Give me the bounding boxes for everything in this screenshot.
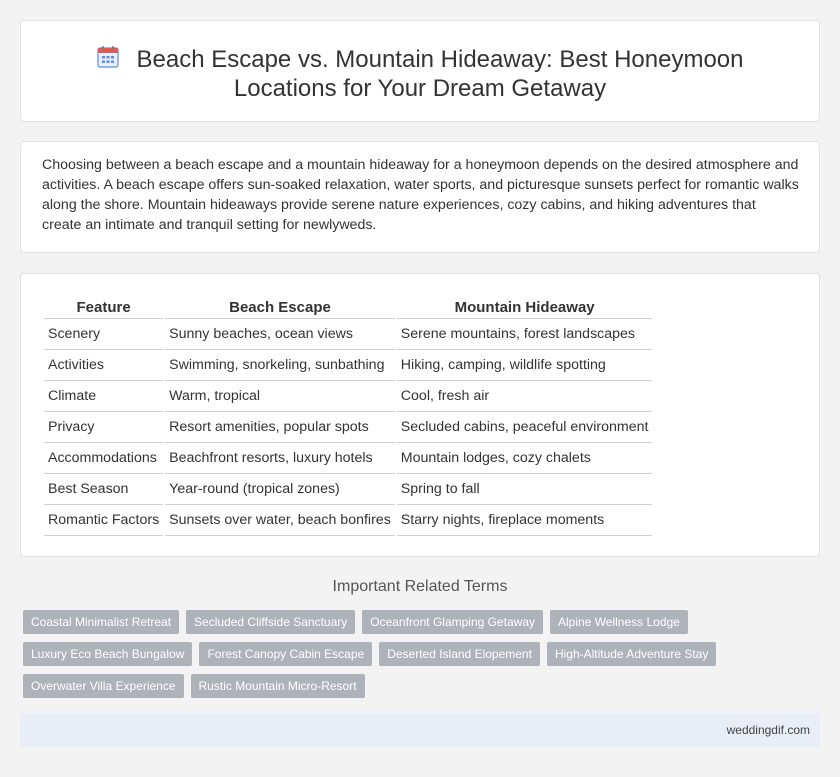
tag-link[interactable]: Oceanfront Glamping Getaway	[362, 610, 543, 634]
related-terms-list: Coastal Minimalist Retreat Secluded Clif…	[23, 610, 783, 706]
cell-mountain: Spring to fall	[396, 474, 653, 505]
cell-feature: Best Season	[44, 474, 164, 505]
table-row: Activities Swimming, snorkeling, sunbath…	[44, 350, 653, 381]
tag-link[interactable]: Forest Canopy Cabin Escape	[199, 642, 373, 666]
header-mountain: Mountain Hideaway	[396, 296, 653, 319]
table-row: Accommodations Beachfront resorts, luxur…	[44, 443, 653, 474]
cell-beach: Beachfront resorts, luxury hotels	[165, 443, 395, 474]
table-row: Climate Warm, tropical Cool, fresh air	[44, 381, 653, 412]
intro-card: Choosing between a beach escape and a mo…	[20, 141, 820, 253]
cell-beach: Sunsets over water, beach bonfires	[165, 505, 395, 536]
cell-beach: Sunny beaches, ocean views	[165, 319, 395, 350]
tag-link[interactable]: High-Altitude Adventure Stay	[546, 642, 717, 666]
cell-mountain: Cool, fresh air	[396, 381, 653, 412]
intro-text: Choosing between a beach escape and a mo…	[42, 157, 799, 233]
tag-row: Overwater Villa Experience Rustic Mounta…	[23, 674, 783, 698]
tag-row: Luxury Eco Beach Bungalow Forest Canopy …	[23, 642, 783, 666]
title-line-2: Locations for Your Dream Getaway	[233, 75, 607, 102]
calendar-icon	[96, 45, 119, 68]
table-row: Romantic Factors Sunsets over water, bea…	[44, 505, 653, 536]
cell-feature: Climate	[44, 381, 164, 412]
footer: weddingdif.com	[20, 713, 820, 747]
cell-beach: Swimming, snorkeling, sunbathing	[165, 350, 395, 381]
tag-link[interactable]: Rustic Mountain Micro-Resort	[190, 674, 365, 698]
cell-feature: Privacy	[44, 412, 164, 443]
cell-beach: Warm, tropical	[165, 381, 395, 412]
table-row: Best Season Year-round (tropical zones) …	[44, 474, 653, 505]
header-beach: Beach Escape	[165, 296, 395, 319]
cell-feature: Romantic Factors	[44, 505, 164, 536]
cell-beach: Resort amenities, popular spots	[165, 412, 395, 443]
tag-link[interactable]: Overwater Villa Experience	[23, 674, 184, 698]
cell-mountain: Hiking, camping, wildlife spotting	[396, 350, 653, 381]
tag-link[interactable]: Luxury Eco Beach Bungalow	[23, 642, 193, 666]
related-terms-title: Important Related Terms	[332, 578, 508, 595]
footer-site-link[interactable]: weddingdif.com	[727, 723, 810, 737]
tag-link[interactable]: Alpine Wellness Lodge	[550, 610, 688, 634]
table-header-row: Feature Beach Escape Mountain Hideaway	[44, 296, 653, 319]
cell-mountain: Starry nights, fireplace moments	[396, 505, 653, 536]
comparison-table: Feature Beach Escape Mountain Hideaway S…	[42, 296, 654, 536]
header-feature: Feature	[44, 296, 164, 319]
page-title: Beach Escape vs. Mountain Hideaway: Best…	[21, 45, 819, 103]
tag-link[interactable]: Deserted Island Elopement	[379, 642, 540, 666]
cell-mountain: Serene mountains, forest landscapes	[396, 319, 653, 350]
cell-beach: Year-round (tropical zones)	[165, 474, 395, 505]
cell-mountain: Secluded cabins, peaceful environment	[396, 412, 653, 443]
cell-feature: Accommodations	[44, 443, 164, 474]
comparison-card: Feature Beach Escape Mountain Hideaway S…	[20, 273, 820, 557]
cell-feature: Scenery	[44, 319, 164, 350]
cell-feature: Activities	[44, 350, 164, 381]
title-wrap: Beach Escape vs. Mountain Hideaway: Best…	[21, 45, 819, 103]
tag-link[interactable]: Secluded Cliffside Sanctuary	[186, 610, 356, 634]
cell-mountain: Mountain lodges, cozy chalets	[396, 443, 653, 474]
title-card: Beach Escape vs. Mountain Hideaway: Best…	[20, 20, 820, 122]
tag-row: Coastal Minimalist Retreat Secluded Clif…	[23, 610, 783, 634]
table-row: Privacy Resort amenities, popular spots …	[44, 412, 653, 443]
tag-link[interactable]: Coastal Minimalist Retreat	[23, 610, 180, 634]
table-row: Scenery Sunny beaches, ocean views Seren…	[44, 319, 653, 350]
title-line-1: Beach Escape vs. Mountain Hideaway: Best…	[136, 46, 744, 73]
